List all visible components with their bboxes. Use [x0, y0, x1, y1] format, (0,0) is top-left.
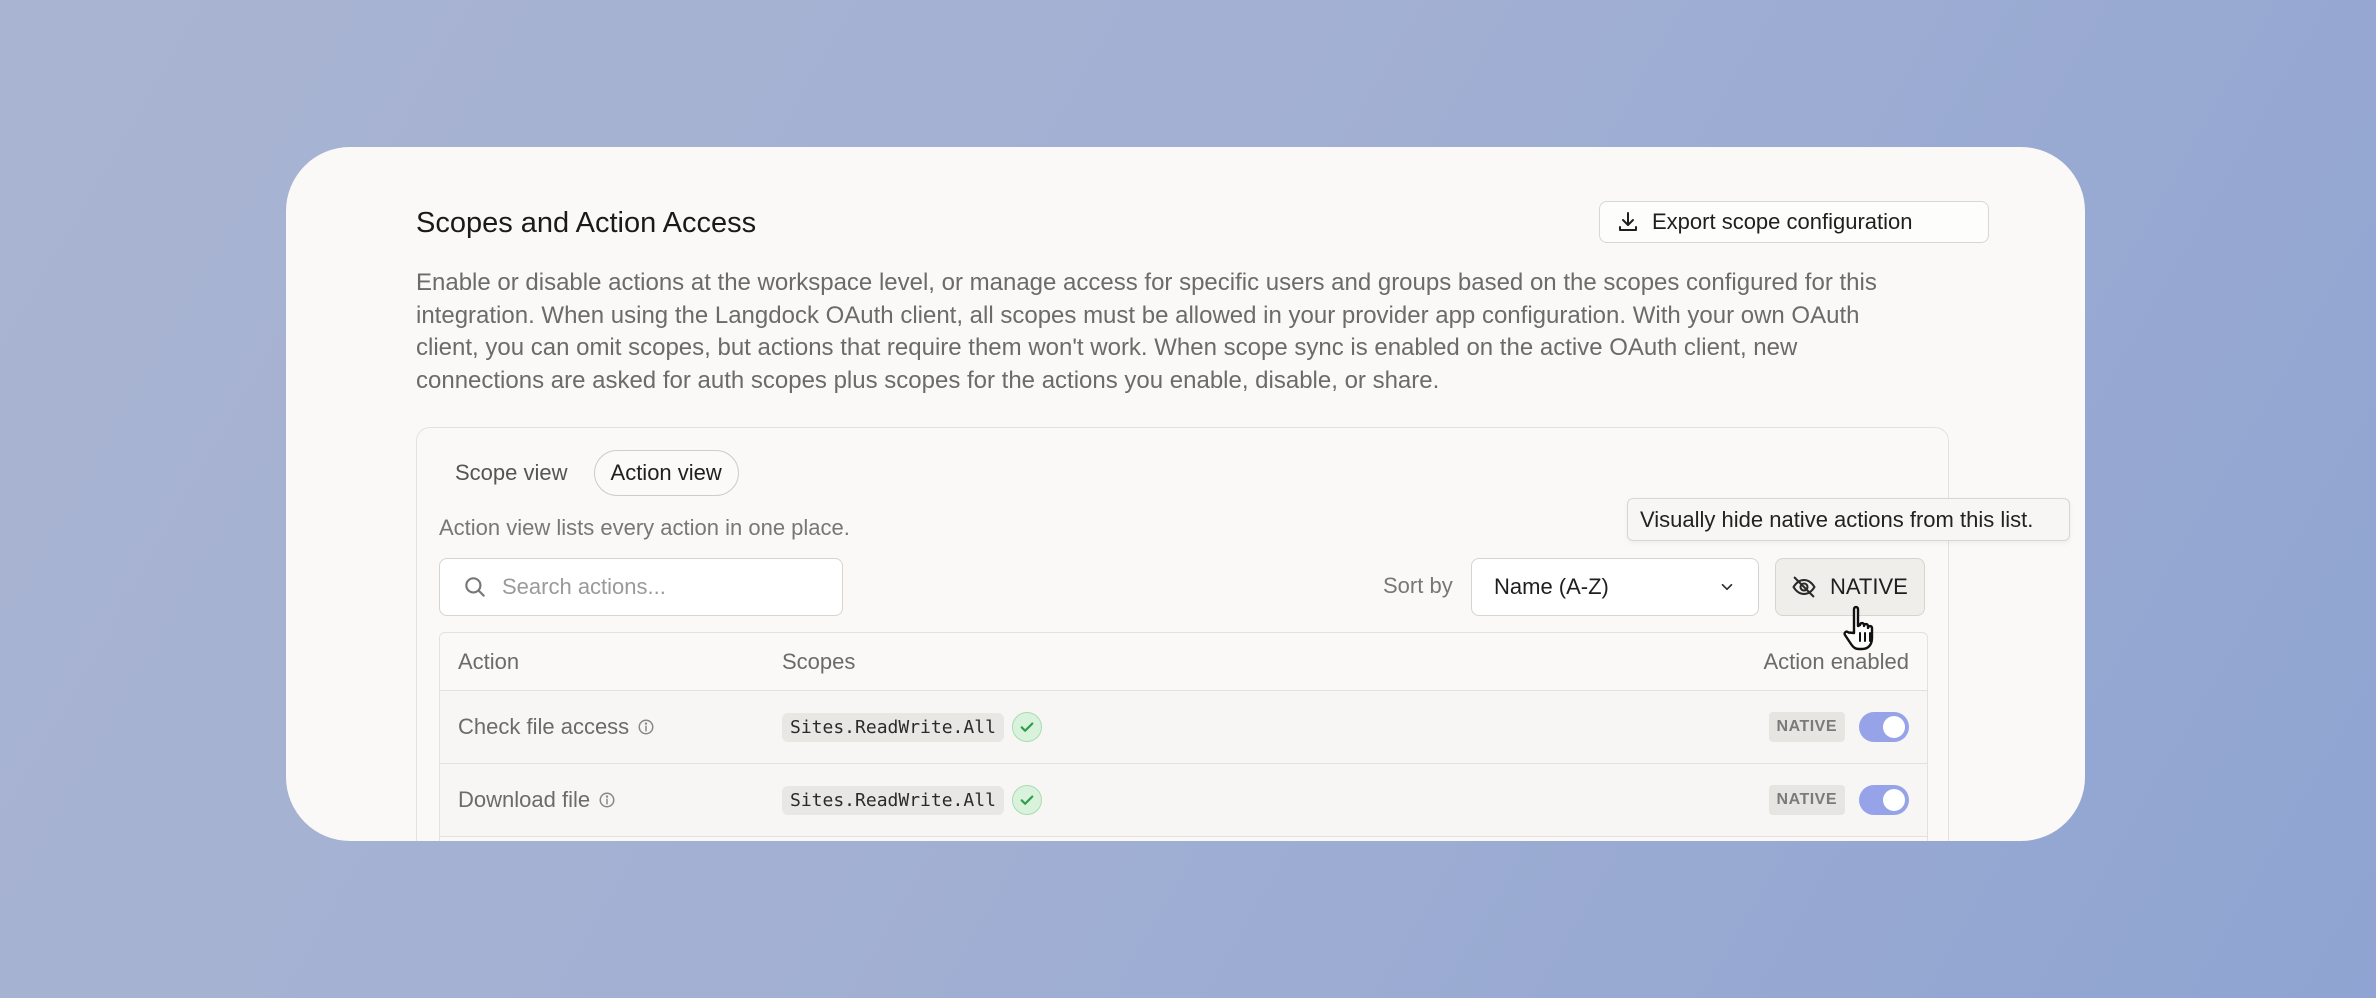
sort-label: Sort by	[1383, 573, 1453, 598]
table-row: Check file access Sites.ReadWrite.All NA…	[440, 691, 1927, 764]
scope-chip: Sites.ReadWrite.All	[782, 712, 1004, 742]
header-action: Action	[458, 648, 520, 674]
header-scopes: Scopes	[782, 648, 856, 674]
native-button-label: NATIVE	[1830, 574, 1908, 599]
check-icon	[1020, 722, 1034, 732]
search-icon	[465, 577, 485, 597]
page-title: Scopes and Action Access	[416, 207, 757, 239]
header-action-enabled: Action enabled	[1763, 648, 1909, 674]
download-icon	[1619, 212, 1637, 231]
native-badge: NATIVE	[1768, 712, 1845, 742]
info-icon[interactable]	[637, 718, 655, 736]
table-row: Download file Sites.ReadWrite.All NATIVE	[440, 764, 1927, 837]
scope-chip: Sites.ReadWrite.All	[782, 785, 1004, 815]
action-name: Download file	[458, 787, 591, 812]
action-cell: Check file access	[458, 714, 655, 740]
export-button-label: Export scope configuration	[1652, 209, 1913, 234]
scope-granted-badge	[1011, 785, 1042, 815]
scope-cell: Sites.ReadWrite.All	[782, 712, 1042, 742]
enabled-cell: NATIVE	[1768, 785, 1909, 815]
info-icon[interactable]	[598, 791, 616, 809]
settings-card: Scopes and Action Access Export scope co…	[286, 147, 2085, 841]
action-cell: Download file	[458, 787, 616, 813]
view-hint: Action view lists every action in one pl…	[439, 515, 850, 540]
toggle-knob	[1883, 789, 1905, 811]
actions-table: Action Scopes Action enabled Check file …	[439, 632, 1928, 841]
toggle-knob	[1883, 716, 1905, 738]
actions-panel: Scope view Action view Action view lists…	[416, 427, 1949, 841]
sort-value: Name (A-Z)	[1494, 574, 1609, 599]
description-text: Enable or disable actions at the workspa…	[416, 269, 1877, 394]
tab-action-view[interactable]: Action view	[593, 450, 739, 496]
enabled-cell: NATIVE	[1768, 712, 1909, 742]
export-scope-configuration-button[interactable]: Export scope configuration	[1599, 201, 1989, 243]
action-enabled-toggle[interactable]	[1859, 712, 1909, 742]
hand-cursor-icon	[1843, 605, 1874, 651]
chevron-down-icon	[1721, 583, 1733, 591]
search-input[interactable]	[502, 574, 822, 600]
search-box[interactable]	[439, 558, 843, 616]
native-badge: NATIVE	[1768, 785, 1845, 815]
table-header: Action Scopes Action enabled	[440, 633, 1927, 691]
tab-scope-view[interactable]: Scope view	[439, 450, 584, 496]
sort-select[interactable]: Name (A-Z)	[1471, 558, 1759, 616]
view-tabs: Scope view Action view	[439, 450, 739, 496]
eye-off-icon	[1792, 576, 1816, 598]
check-icon	[1020, 795, 1034, 805]
native-tooltip: Visually hide native actions from this l…	[1627, 498, 2070, 541]
action-name: Check file access	[458, 714, 630, 739]
action-enabled-toggle[interactable]	[1859, 785, 1909, 815]
scope-granted-badge	[1011, 712, 1042, 742]
scope-cell: Sites.ReadWrite.All	[782, 785, 1042, 815]
